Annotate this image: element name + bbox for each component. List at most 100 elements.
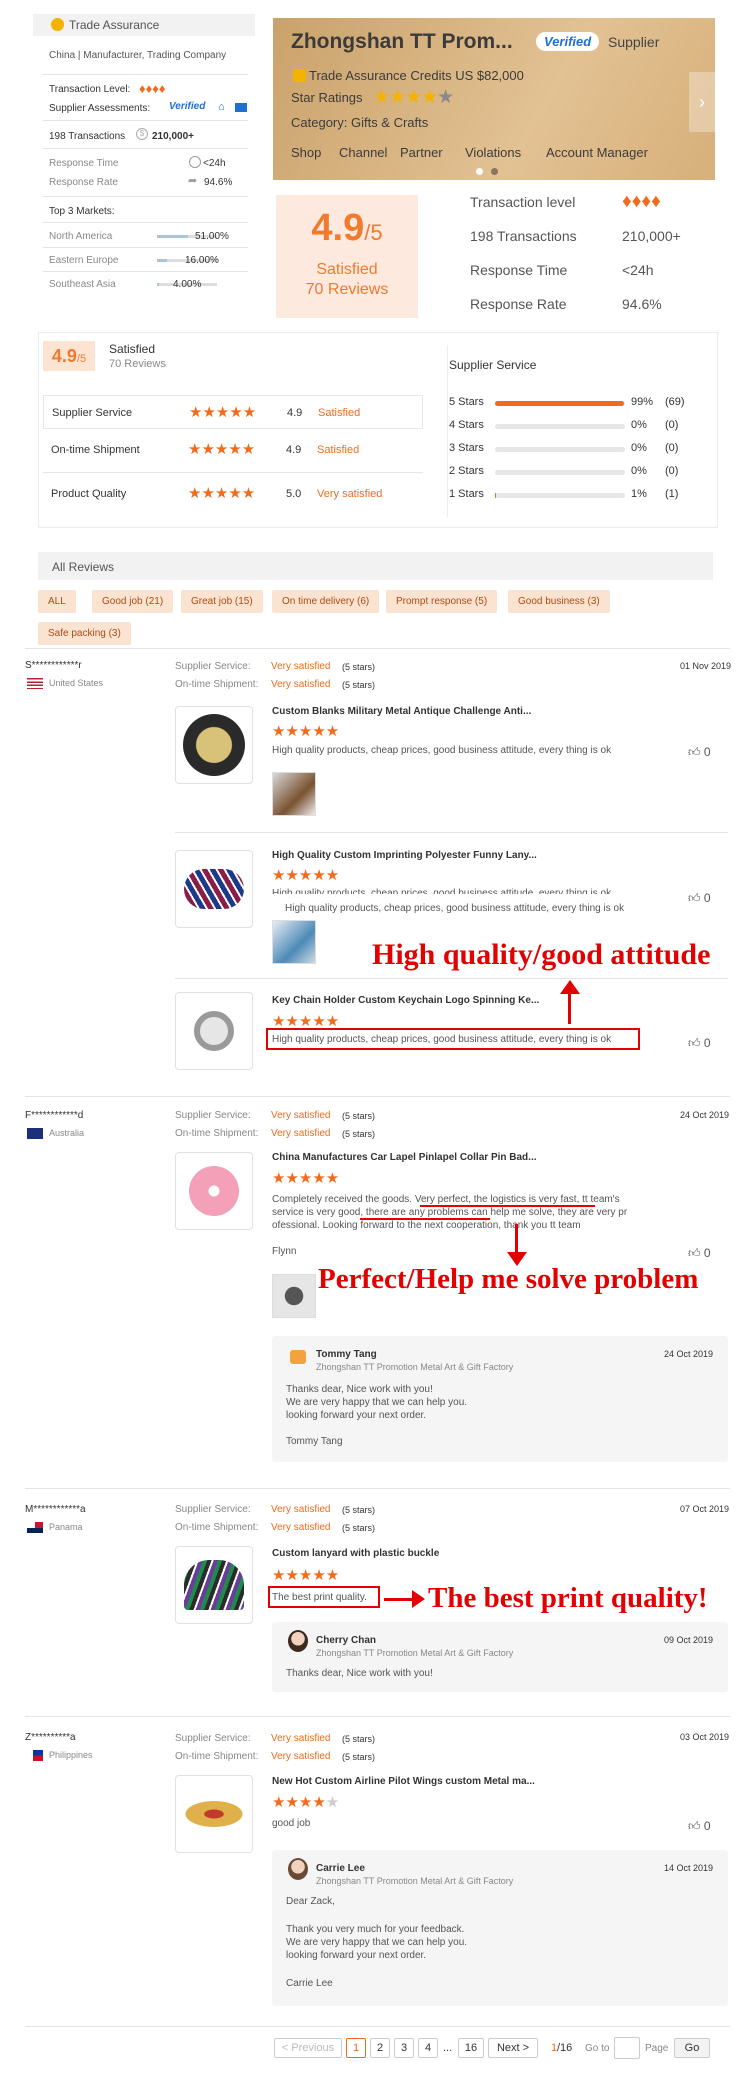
trade-assurance-header: Trade Assurance xyxy=(33,14,255,36)
summary-score-box: 4.9/5 xyxy=(43,341,95,371)
reviewer-country: Panama xyxy=(27,1522,83,1534)
banner-nav-account-manager[interactable]: Account Manager xyxy=(546,145,648,160)
assessments-label: Supplier Assessments: xyxy=(49,103,151,114)
review-text: High quality products, cheap prices, goo… xyxy=(272,888,612,894)
next-page-button[interactable]: Next > xyxy=(488,2038,538,2058)
reply-line: Thank you very much for your feedback. xyxy=(286,1924,465,1935)
stars-count: (5 stars) xyxy=(342,1734,376,1744)
carousel-dot[interactable] xyxy=(476,168,483,175)
filter-tag-prompt-response[interactable]: Prompt response (5) xyxy=(386,590,498,613)
supplier-label: Supplier xyxy=(608,34,660,50)
review-photo[interactable] xyxy=(272,772,316,816)
product-title[interactable]: New Hot Custom Airline Pilot Wings custo… xyxy=(272,1776,535,1787)
product-thumbnail[interactable] xyxy=(175,1775,253,1853)
product-thumbnail[interactable] xyxy=(175,1546,253,1624)
page-number-input[interactable] xyxy=(614,2037,640,2059)
product-stars: ★★★★★ xyxy=(272,723,340,740)
page-4-button[interactable]: 4 xyxy=(418,2038,438,2058)
filter-tag-great-job[interactable]: Great job (15) xyxy=(181,590,263,613)
reply-date: 14 Oct 2019 xyxy=(664,1863,714,1873)
stars-count: (5 stars) xyxy=(342,1752,376,1762)
page-1-button[interactable]: 1 xyxy=(346,2038,366,2058)
product-thumbnail[interactable] xyxy=(175,850,253,928)
company-name[interactable]: Zhongshan TT Prom... xyxy=(291,30,513,54)
market-value: 51.00% xyxy=(195,231,229,242)
total-pages: /16 xyxy=(557,2042,573,2054)
review-summary: 4.9/5 Satisfied 70 Reviews Supplier Serv… xyxy=(38,332,718,528)
response-time-value: <24h xyxy=(622,262,654,278)
reviewer-country: Australia xyxy=(27,1128,84,1140)
carousel-next-button[interactable]: › xyxy=(689,72,715,132)
review-photo[interactable] xyxy=(272,1274,316,1318)
page-2-button[interactable]: 2 xyxy=(370,2038,390,2058)
page-label: Page xyxy=(645,2043,669,2054)
summary-row-score: 4.9 xyxy=(286,444,302,456)
banner-nav-channel[interactable]: Channel xyxy=(339,145,387,160)
review-text-overlap: High quality products, cheap prices, goo… xyxy=(285,903,625,914)
market-value: 4.00% xyxy=(173,279,202,290)
filter-tag-good-business[interactable]: Good business (3) xyxy=(508,590,610,613)
arrow-down-icon xyxy=(515,1224,518,1254)
filter-tag-safe-packing[interactable]: Safe packing (3) xyxy=(38,622,131,645)
like-button[interactable]: 👍︎ 0 xyxy=(688,891,711,906)
transaction-level-label: Transaction Level: xyxy=(49,84,131,95)
filter-tag-on-time-delivery[interactable]: On time delivery (6) xyxy=(272,590,380,613)
like-button[interactable]: 👍︎ 0 xyxy=(688,1246,711,1261)
product-thumbnail[interactable] xyxy=(175,1152,253,1230)
star-bar-label: 4 Stars xyxy=(449,419,484,431)
like-button[interactable]: 👍︎ 0 xyxy=(688,745,711,760)
product-title[interactable]: Key Chain Holder Custom Keychain Logo Sp… xyxy=(272,995,539,1006)
rating-label: Satisfied xyxy=(316,261,378,278)
filter-tag-good-job[interactable]: Good job (21) xyxy=(92,590,174,613)
transaction-amount: 210,000+ xyxy=(152,131,194,142)
star-bar-track xyxy=(495,401,625,406)
go-button[interactable]: Go xyxy=(674,2038,710,2058)
reply-line: We are very happy that we can help you. xyxy=(286,1937,468,1948)
star-bar-track xyxy=(495,470,625,475)
like-count: 0 xyxy=(703,891,711,905)
product-thumbnail[interactable] xyxy=(175,706,253,784)
like-button[interactable]: 👍︎ 0 xyxy=(688,1819,711,1834)
annotation-perfect: Perfect/Help me solve problem xyxy=(318,1263,699,1295)
supplier-service-label: Supplier Service: xyxy=(175,1504,251,1515)
review-text-line: Completely received the goods. Very perf… xyxy=(272,1194,620,1205)
reply-company: Zhongshan TT Promotion Metal Art & Gift … xyxy=(316,1648,514,1658)
like-button[interactable]: 👍︎ 0 xyxy=(688,1036,711,1051)
product-title[interactable]: Custom Blanks Military Metal Antique Cha… xyxy=(272,706,531,717)
product-thumbnail[interactable] xyxy=(175,992,253,1070)
banner-nav-partner[interactable]: Partner xyxy=(400,145,443,160)
previous-page-button[interactable]: < Previous xyxy=(274,2038,342,2058)
product-title[interactable]: Custom lanyard with plastic buckle xyxy=(272,1548,439,1559)
rating-reviews[interactable]: 70 Reviews xyxy=(276,281,418,299)
ontime-rating: Very satisfied xyxy=(271,1751,331,1762)
review-text: The best print quality. xyxy=(272,1592,367,1603)
verified-badge[interactable]: Verified xyxy=(536,32,600,51)
product-stars: ★★★★★ xyxy=(272,1794,340,1811)
summary-row-text: Very satisfied xyxy=(317,488,383,500)
banner-nav-violations[interactable]: Violations xyxy=(465,145,521,160)
reply-avatar xyxy=(288,1858,308,1880)
filter-tag-all[interactable]: ALL xyxy=(38,590,76,613)
reply-avatar xyxy=(290,1350,306,1364)
page-ellipsis: ... xyxy=(443,2042,453,2054)
ontime-label: On-time Shipment: xyxy=(175,1128,259,1139)
stars-count: (5 stars) xyxy=(342,680,376,690)
page-3-button[interactable]: 3 xyxy=(394,2038,414,2058)
star-bar-label: 5 Stars xyxy=(449,396,484,408)
page-16-button[interactable]: 16 xyxy=(458,2038,484,2058)
ontime-label: On-time Shipment: xyxy=(175,679,259,690)
response-rate-label: Response Rate xyxy=(470,296,567,312)
star-bar-fill xyxy=(495,493,497,498)
product-title[interactable]: High Quality Custom Imprinting Polyester… xyxy=(272,850,537,861)
diamond-rating-icon: ♦♦♦♦ xyxy=(622,191,661,212)
banner-nav-shop[interactable]: Shop xyxy=(291,145,321,160)
carousel-dot[interactable] xyxy=(491,168,498,175)
business-type: China | Manufacturer, Trading Company xyxy=(49,50,227,61)
review-photo[interactable] xyxy=(272,920,316,964)
verified-badge[interactable]: Verified xyxy=(169,101,205,112)
response-time-value: <24h xyxy=(203,158,226,169)
share-icon: ➦ xyxy=(188,175,198,187)
reviewer-name: M************a xyxy=(25,1504,86,1515)
product-title[interactable]: China Manufactures Car Lapel Pinlapel Co… xyxy=(272,1152,537,1163)
star-bar-pct: 1% xyxy=(631,488,647,500)
